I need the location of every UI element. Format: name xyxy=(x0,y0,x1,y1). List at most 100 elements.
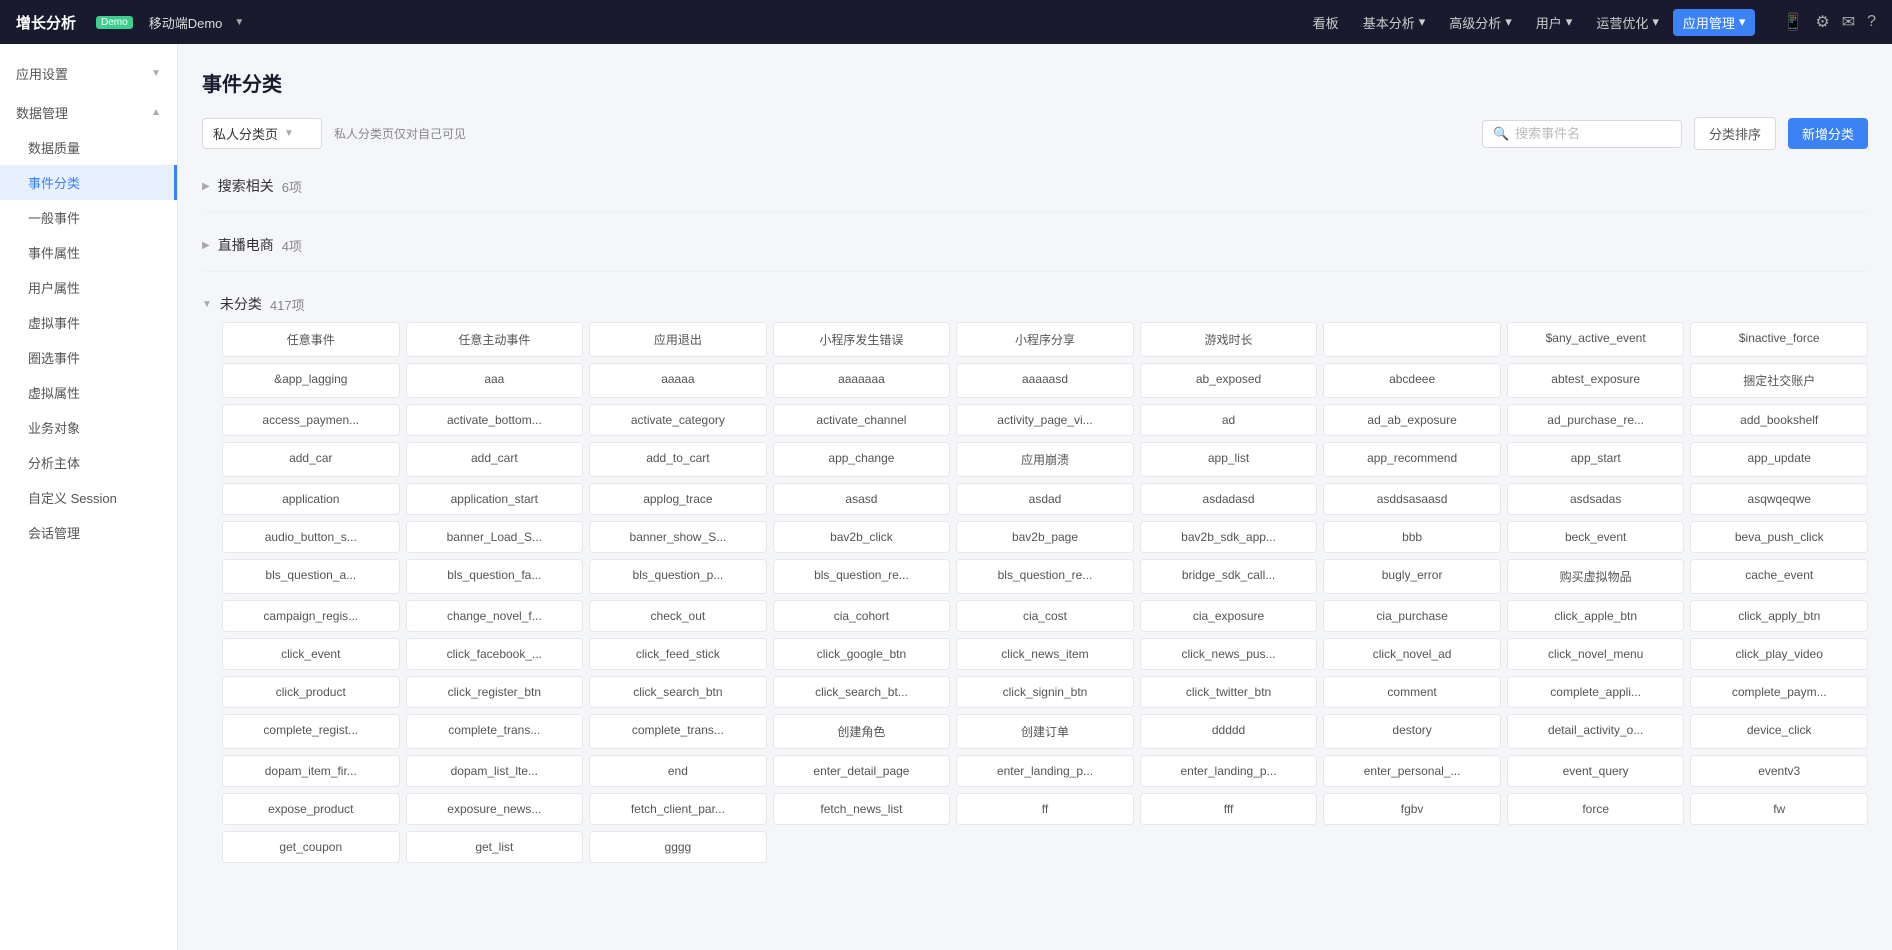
tag-item[interactable]: complete_regist... xyxy=(222,714,400,749)
tag-item[interactable]: ff xyxy=(956,793,1134,825)
tag-item[interactable]: ad_purchase_re... xyxy=(1507,404,1685,436)
tag-item[interactable]: ad xyxy=(1140,404,1318,436)
app-dropdown-arrow[interactable]: ▼ xyxy=(234,17,244,28)
tag-item[interactable]: bbb xyxy=(1323,521,1501,553)
tag-item[interactable]: click_product xyxy=(222,676,400,708)
tag-item[interactable]: click_novel_ad xyxy=(1323,638,1501,670)
tag-item[interactable]: fw xyxy=(1690,793,1868,825)
sidebar-item-session-management[interactable]: 会话管理 xyxy=(0,515,177,550)
search-input[interactable] xyxy=(1515,126,1671,141)
tag-item[interactable]: eventv3 xyxy=(1690,755,1868,787)
tag-item[interactable]: 创建订单 xyxy=(956,714,1134,749)
tag-item[interactable]: get_list xyxy=(406,831,584,863)
tag-item[interactable]: access_paymen... xyxy=(222,404,400,436)
tag-item[interactable]: application_start xyxy=(406,483,584,515)
sidebar-item-event-category[interactable]: 事件分类 xyxy=(0,165,177,200)
tag-item[interactable]: click_search_bt... xyxy=(773,676,951,708)
tag-item[interactable]: add_bookshelf xyxy=(1690,404,1868,436)
tag-item[interactable]: cache_event xyxy=(1690,559,1868,594)
tag-item[interactable]: click_facebook_... xyxy=(406,638,584,670)
tag-item[interactable]: enter_detail_page xyxy=(773,755,951,787)
mail-icon[interactable]: ✉ xyxy=(1842,12,1855,32)
tag-item[interactable]: banner_Load_S... xyxy=(406,521,584,553)
nav-item-advanced-analysis[interactable]: 高级分析 ▾ xyxy=(1439,9,1522,36)
tag-item[interactable]: enter_landing_p... xyxy=(1140,755,1318,787)
tag-item[interactable]: asasd xyxy=(773,483,951,515)
tag-item[interactable]: app_start xyxy=(1507,442,1685,477)
tag-item[interactable]: click_novel_menu xyxy=(1507,638,1685,670)
tag-item[interactable]: click_apply_btn xyxy=(1690,600,1868,632)
tag-item[interactable]: asdadasd xyxy=(1140,483,1318,515)
tag-item[interactable]: complete_trans... xyxy=(406,714,584,749)
sidebar-item-circle-events[interactable]: 圈选事件 xyxy=(0,340,177,375)
tag-item[interactable]: beck_event xyxy=(1507,521,1685,553)
tag-item[interactable]: click_event xyxy=(222,638,400,670)
tag-item[interactable]: abcdeee xyxy=(1323,363,1501,398)
tag-item[interactable]: asqwqeqwe xyxy=(1690,483,1868,515)
tag-item[interactable]: asdad xyxy=(956,483,1134,515)
new-category-button[interactable]: 新增分类 xyxy=(1788,118,1868,149)
tag-item[interactable]: bav2b_sdk_app... xyxy=(1140,521,1318,553)
tag-item[interactable]: cia_cost xyxy=(956,600,1134,632)
tag-item[interactable]: 购买虚拟物品 xyxy=(1507,559,1685,594)
tag-item[interactable]: add_cart xyxy=(406,442,584,477)
tag-item[interactable]: aaa xyxy=(406,363,584,398)
tag-item[interactable]: 任意主动事件 xyxy=(406,322,584,357)
tag-item[interactable]: 创建角色 xyxy=(773,714,951,749)
tag-item[interactable]: gggg xyxy=(589,831,767,863)
tag-item[interactable]: check_out xyxy=(589,600,767,632)
tag-item[interactable]: app_list xyxy=(1140,442,1318,477)
tag-item[interactable]: $any_active_event xyxy=(1507,322,1685,357)
tag-item[interactable]: fgbv xyxy=(1323,793,1501,825)
tag-item[interactable]: add_to_cart xyxy=(589,442,767,477)
category-type-select[interactable]: 私人分类页 ▼ xyxy=(202,118,322,149)
sidebar-item-general-events[interactable]: 一般事件 xyxy=(0,200,177,235)
sidebar-item-event-attributes[interactable]: 事件属性 xyxy=(0,235,177,270)
tag-item[interactable]: cia_purchase xyxy=(1323,600,1501,632)
tag-item[interactable]: expose_product xyxy=(222,793,400,825)
tag-item[interactable]: activate_category xyxy=(589,404,767,436)
tag-item[interactable]: activate_channel xyxy=(773,404,951,436)
sidebar-item-virtual-attributes[interactable]: 虚拟属性 xyxy=(0,375,177,410)
tag-item[interactable]: click_twitter_btn xyxy=(1140,676,1318,708)
tag-item[interactable]: &app_lagging xyxy=(222,363,400,398)
tag-item[interactable]: click_apple_btn xyxy=(1507,600,1685,632)
tag-item[interactable]: force xyxy=(1507,793,1685,825)
tag-item[interactable]: device_click xyxy=(1690,714,1868,749)
sidebar-item-user-attributes[interactable]: 用户属性 xyxy=(0,270,177,305)
tag-item[interactable]: click_signin_btn xyxy=(956,676,1134,708)
tag-item[interactable]: bls_question_re... xyxy=(956,559,1134,594)
tag-item[interactable]: aaaaaaa xyxy=(773,363,951,398)
sidebar-item-virtual-events[interactable]: 虚拟事件 xyxy=(0,305,177,340)
tag-item[interactable]: complete_paym... xyxy=(1690,676,1868,708)
tag-item[interactable]: activate_bottom... xyxy=(406,404,584,436)
nav-item-operations[interactable]: 运营优化 ▾ xyxy=(1586,9,1669,36)
tag-item[interactable]: banner_show_S... xyxy=(589,521,767,553)
tag-item[interactable]: 游戏时长 xyxy=(1140,322,1318,357)
tag-item[interactable]: click_google_btn xyxy=(773,638,951,670)
tag-item[interactable] xyxy=(1323,322,1501,357)
tag-item[interactable]: bls_question_re... xyxy=(773,559,951,594)
tag-item[interactable]: click_feed_stick xyxy=(589,638,767,670)
tag-item[interactable]: enter_landing_p... xyxy=(956,755,1134,787)
tag-item[interactable]: 应用退出 xyxy=(589,322,767,357)
nav-item-app-management[interactable]: 应用管理 ▾ xyxy=(1673,9,1756,36)
tag-item[interactable]: bridge_sdk_call... xyxy=(1140,559,1318,594)
tag-item[interactable]: destory xyxy=(1323,714,1501,749)
tag-item[interactable]: asdsadas xyxy=(1507,483,1685,515)
tag-item[interactable]: 应用崩溃 xyxy=(956,442,1134,477)
sidebar-section-header-app-settings[interactable]: 应用设置 ▼ xyxy=(0,56,177,91)
mobile-icon[interactable]: 📱 xyxy=(1783,12,1803,32)
tag-item[interactable]: click_news_pus... xyxy=(1140,638,1318,670)
tag-item[interactable]: dopam_list_lte... xyxy=(406,755,584,787)
tag-item[interactable]: ab_exposed xyxy=(1140,363,1318,398)
tag-item[interactable]: comment xyxy=(1323,676,1501,708)
tag-item[interactable]: complete_trans... xyxy=(589,714,767,749)
tag-item[interactable]: cia_exposure xyxy=(1140,600,1318,632)
tag-item[interactable]: activity_page_vi... xyxy=(956,404,1134,436)
nav-item-users[interactable]: 用户 ▾ xyxy=(1526,9,1583,36)
nav-item-kanban[interactable]: 看板 xyxy=(1303,9,1349,36)
tag-item[interactable]: audio_button_s... xyxy=(222,521,400,553)
tag-item[interactable]: fetch_client_par... xyxy=(589,793,767,825)
tag-item[interactable]: click_play_video xyxy=(1690,638,1868,670)
